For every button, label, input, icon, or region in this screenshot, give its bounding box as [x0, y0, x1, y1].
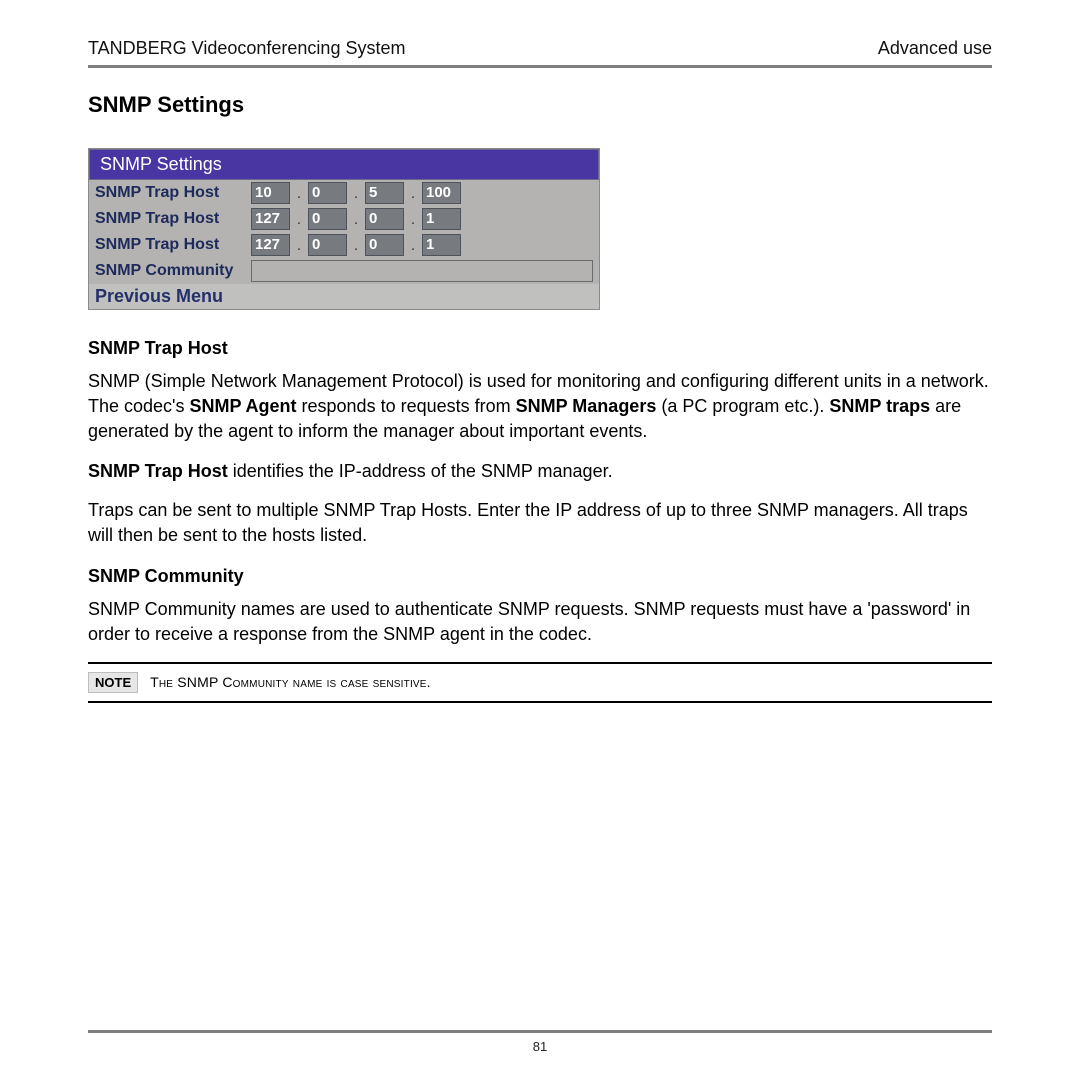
- snmp-settings-panel: SNMP Settings SNMP Trap Host 10 . 0 . 5 …: [88, 148, 600, 310]
- ip-octet[interactable]: 0: [365, 234, 404, 256]
- header-center: TANDBERG Videoconferencing System: [88, 38, 405, 59]
- note-block: NOTE The SNMP Community name is case sen…: [88, 662, 992, 703]
- ip-octet[interactable]: 0: [308, 182, 347, 204]
- ip-octet[interactable]: 0: [365, 208, 404, 230]
- snmp-community-label: SNMP Community: [95, 262, 245, 280]
- text: identifies the IP-address of the SNMP ma…: [228, 461, 613, 481]
- ip-dot: .: [296, 237, 302, 254]
- ip-octet[interactable]: 1: [422, 208, 461, 230]
- page-footer: 81: [88, 1030, 992, 1054]
- text: (a PC program etc.).: [656, 396, 829, 416]
- ip-octet[interactable]: 127: [251, 234, 290, 256]
- header-rule: [88, 65, 992, 68]
- ip-octet[interactable]: 10: [251, 182, 290, 204]
- previous-menu-row[interactable]: Previous Menu: [89, 284, 599, 309]
- page-number: 81: [88, 1039, 992, 1054]
- paragraph: Traps can be sent to multiple SNMP Trap …: [88, 498, 992, 548]
- text: responds to requests from: [297, 396, 516, 416]
- paragraph: SNMP (Simple Network Management Protocol…: [88, 369, 992, 445]
- snmp-community-row: SNMP Community: [89, 258, 599, 284]
- ip-dot: .: [296, 185, 302, 202]
- snmp-community-input[interactable]: [251, 260, 593, 282]
- snmp-row-0: SNMP Trap Host 10 . 0 . 5 . 100: [89, 180, 599, 206]
- ip-octet[interactable]: 1: [422, 234, 461, 256]
- section-title: SNMP Settings: [88, 92, 992, 118]
- ip-dot: .: [353, 237, 359, 254]
- snmp-row-1: SNMP Trap Host 127 . 0 . 0 . 1: [89, 206, 599, 232]
- text-bold: SNMP Trap Host: [88, 461, 228, 481]
- text-bold: SNMP traps: [829, 396, 930, 416]
- paragraph: SNMP Community names are used to authent…: [88, 597, 992, 647]
- ip-dot: .: [410, 237, 416, 254]
- ip-dot: .: [410, 211, 416, 228]
- snmp-panel-title: SNMP Settings: [89, 149, 599, 180]
- note-text: The SNMP Community name is case sensitiv…: [150, 674, 431, 690]
- text-bold: SNMP Managers: [516, 396, 657, 416]
- page-header: TANDBERG Videoconferencing System Advanc…: [88, 38, 992, 65]
- ip-dot: .: [353, 185, 359, 202]
- ip-dot: .: [296, 211, 302, 228]
- previous-menu-label: Previous Menu: [95, 286, 223, 307]
- ip-dot: .: [410, 185, 416, 202]
- footer-rule: [88, 1030, 992, 1033]
- header-right: Advanced use: [878, 38, 992, 59]
- note-badge: NOTE: [88, 672, 138, 693]
- snmp-row-label: SNMP Trap Host: [95, 236, 245, 254]
- ip-dot: .: [353, 211, 359, 228]
- snmp-row-label: SNMP Trap Host: [95, 184, 245, 202]
- snmp-row-label: SNMP Trap Host: [95, 210, 245, 228]
- text: he SNMP C: [159, 674, 233, 690]
- subheading-community: SNMP Community: [88, 566, 992, 587]
- ip-octet[interactable]: 0: [308, 234, 347, 256]
- ip-octet[interactable]: 127: [251, 208, 290, 230]
- ip-octet[interactable]: 100: [422, 182, 461, 204]
- paragraph: SNMP Trap Host identifies the IP-address…: [88, 459, 992, 484]
- subheading-trap-host: SNMP Trap Host: [88, 338, 992, 359]
- snmp-row-2: SNMP Trap Host 127 . 0 . 0 . 1: [89, 232, 599, 258]
- text: T: [150, 674, 159, 690]
- ip-octet[interactable]: 0: [308, 208, 347, 230]
- note-rule-bottom: [88, 701, 992, 703]
- ip-octet[interactable]: 5: [365, 182, 404, 204]
- text: ommunity name is case sensitive.: [233, 674, 431, 690]
- text-bold: SNMP Agent: [190, 396, 297, 416]
